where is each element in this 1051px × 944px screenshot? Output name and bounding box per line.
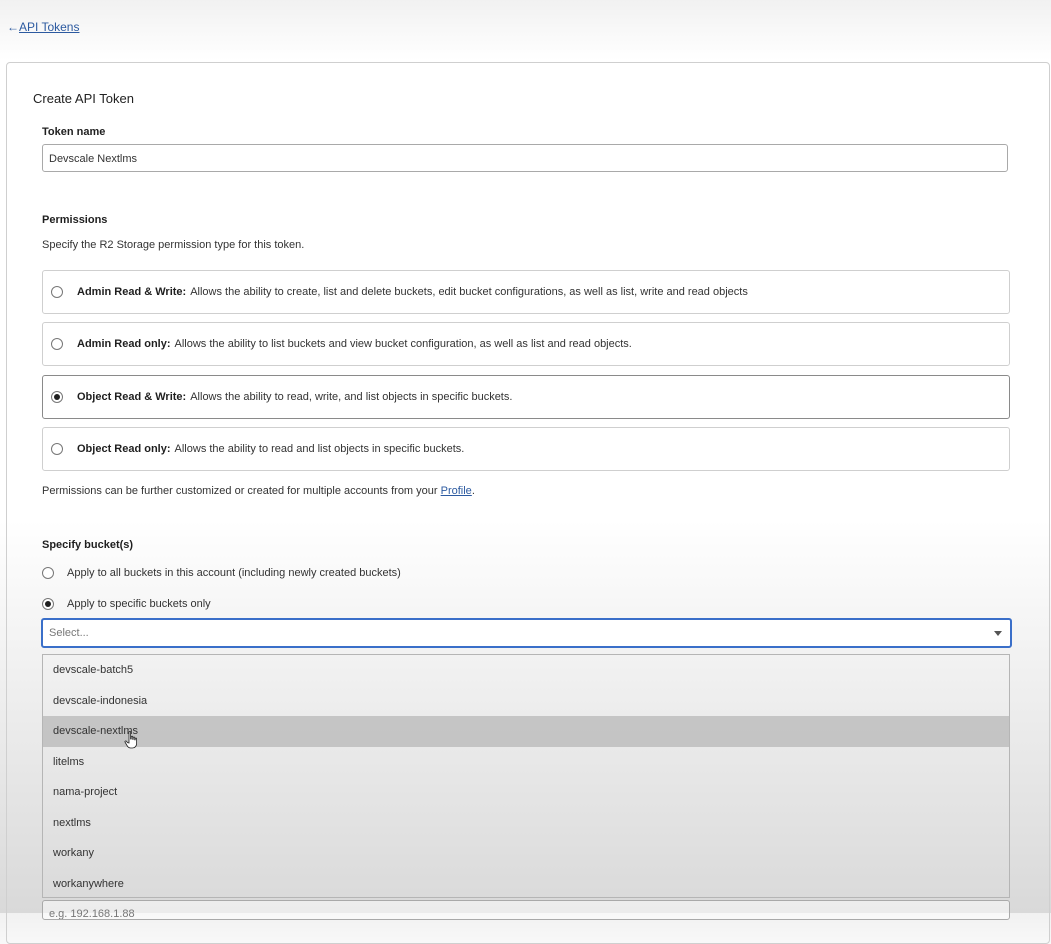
back-arrow-icon: ← <box>7 20 19 34</box>
permission-option-admin-read-only[interactable]: Admin Read only: Allows the ability to l… <box>42 322 1010 366</box>
radio-icon[interactable] <box>42 567 54 579</box>
profile-link[interactable]: Profile <box>441 485 472 497</box>
radio-icon[interactable] <box>51 338 63 350</box>
token-name-input[interactable]: Devscale Nextlms <box>42 144 1008 172</box>
dropdown-option[interactable]: devscale-indonesia <box>43 686 1009 717</box>
ip-address-input[interactable]: e.g. 192.168.1.88 <box>42 900 1010 920</box>
permission-option-admin-read-write[interactable]: Admin Read & Write: Allows the ability t… <box>42 270 1010 314</box>
dropdown-option[interactable]: litelms <box>43 747 1009 778</box>
dropdown-option[interactable]: devscale-batch5 <box>43 655 1009 686</box>
radio-icon[interactable] <box>51 286 63 298</box>
permission-option-object-read-only[interactable]: Object Read only: Allows the ability to … <box>42 427 1010 471</box>
permissions-note-suffix: . <box>471 485 475 497</box>
bucket-option-label: Apply to specific buckets only <box>67 598 211 610</box>
permission-desc: Allows the ability to read and list obje… <box>174 443 465 455</box>
dropdown-option[interactable]: workanywhere <box>43 869 1009 898</box>
permissions-label: Permissions <box>42 214 108 226</box>
bucket-option-all[interactable]: Apply to all buckets in this account (in… <box>42 567 401 579</box>
dropdown-option-hovered[interactable]: devscale-nextlms <box>43 716 1009 747</box>
permission-name: Admin Read only: <box>77 338 171 350</box>
chevron-down-icon[interactable] <box>994 631 1002 636</box>
permissions-note-text: Permissions can be further customized or… <box>42 485 441 497</box>
radio-selected-icon[interactable] <box>51 391 63 403</box>
radio-selected-icon[interactable] <box>42 598 54 610</box>
permission-desc: Allows the ability to create, list and d… <box>190 286 748 298</box>
permissions-note: Permissions can be further customized or… <box>42 485 475 497</box>
back-link-label: API Tokens <box>19 20 80 34</box>
hand-pointer-icon <box>124 731 137 749</box>
specify-buckets-label: Specify bucket(s) <box>42 539 134 551</box>
dropdown-option[interactable]: workany <box>43 838 1009 869</box>
permission-option-object-read-write[interactable]: Object Read & Write: Allows the ability … <box>42 375 1010 419</box>
permission-name: Object Read only: <box>77 443 171 455</box>
back-to-api-tokens-link[interactable]: ←API Tokens <box>7 20 79 34</box>
page-title: Create API Token <box>33 91 134 106</box>
permission-desc: Allows the ability to read, write, and l… <box>190 391 513 403</box>
dropdown-option[interactable]: nextlms <box>43 808 1009 839</box>
permissions-description: Specify the R2 Storage permission type f… <box>42 239 305 251</box>
bucket-option-specific[interactable]: Apply to specific buckets only <box>42 598 211 610</box>
permission-name: Object Read & Write: <box>77 391 187 403</box>
bucket-option-label: Apply to all buckets in this account (in… <box>67 567 401 579</box>
bucket-select[interactable]: Select... <box>41 618 1012 648</box>
radio-icon[interactable] <box>51 443 63 455</box>
bucket-select-placeholder: Select... <box>49 627 89 639</box>
dropdown-option[interactable]: nama-project <box>43 777 1009 808</box>
permission-name: Admin Read & Write: <box>77 286 187 298</box>
bucket-dropdown-list: devscale-batch5 devscale-indonesia devsc… <box>42 654 1010 898</box>
token-name-label: Token name <box>42 126 106 138</box>
permission-desc: Allows the ability to list buckets and v… <box>174 338 632 350</box>
